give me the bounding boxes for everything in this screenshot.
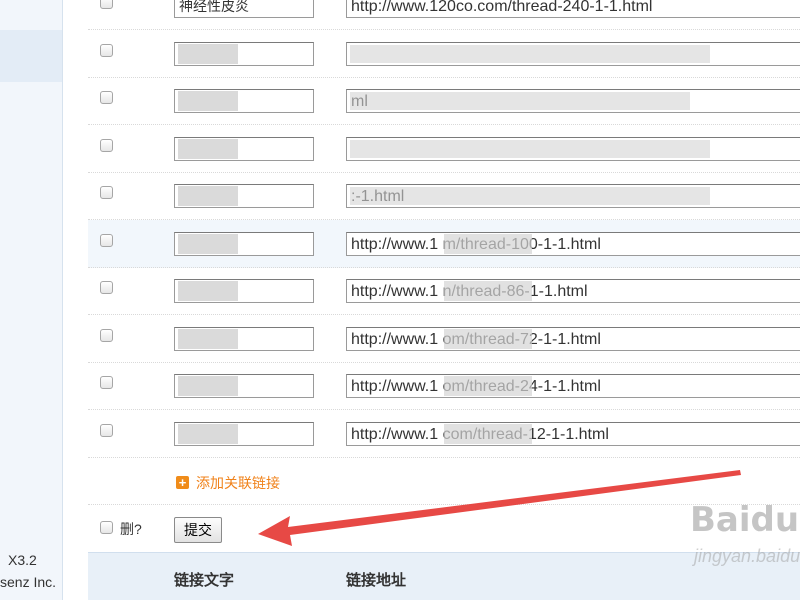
submit-button[interactable]: 提交 bbox=[174, 517, 222, 543]
redaction-block bbox=[178, 376, 238, 396]
redaction-block bbox=[178, 186, 238, 206]
delete-label: 删? bbox=[120, 521, 142, 537]
watermark-logo: Baidu bbox=[690, 500, 800, 540]
add-link-button[interactable]: 添加关联链接 bbox=[196, 473, 280, 493]
row-checkbox[interactable] bbox=[100, 186, 113, 199]
row-checkbox[interactable] bbox=[100, 376, 113, 389]
copyright-label: senz Inc. bbox=[0, 574, 57, 590]
link-url-input[interactable]: http://www.120co.com/thread-240-1-1.html bbox=[346, 0, 800, 18]
row-checkbox[interactable] bbox=[100, 0, 113, 9]
page: X3.2 senz Inc. 神经性皮炎 http://www.120co.com… bbox=[0, 0, 800, 600]
redaction-block bbox=[178, 281, 238, 301]
row-checkbox[interactable] bbox=[100, 423, 113, 437]
header-link-text: 链接文字 bbox=[174, 573, 235, 589]
table-row: 神经性皮炎 http://www.120co.com/thread-240-1-1… bbox=[88, 0, 800, 30]
redaction-block bbox=[178, 91, 238, 111]
redaction-block bbox=[350, 92, 690, 110]
table-row bbox=[88, 30, 800, 78]
table-row: :-1.html bbox=[88, 172, 800, 220]
link-url-input[interactable]: http://www.1 m/thread-100-1-1.html bbox=[346, 231, 800, 256]
add-link-row: + 添加关联链接 bbox=[88, 470, 800, 500]
redaction-block bbox=[444, 328, 532, 349]
header-link-url: 链接地址 bbox=[346, 573, 407, 589]
table-row: http://www.1 om/thread-24-1-1.html bbox=[88, 362, 800, 410]
sidebar: X3.2 senz Inc. bbox=[0, 0, 63, 600]
table-row: http://www.1 com/thread-12-1-1.html bbox=[88, 410, 800, 458]
table-row: http://www.1 m/thread-100-1-1.html bbox=[88, 219, 800, 268]
link-text-input[interactable]: 神经性皮炎 bbox=[174, 0, 314, 18]
redaction-block bbox=[178, 138, 238, 159]
redaction-block bbox=[178, 328, 238, 349]
row-checkbox[interactable] bbox=[100, 233, 113, 247]
table-row: http://www.1 om/thread-72-1-1.html bbox=[88, 315, 800, 363]
redaction-block bbox=[350, 44, 710, 63]
table-row bbox=[88, 125, 800, 173]
redaction-block bbox=[178, 423, 238, 444]
redaction-block bbox=[178, 43, 238, 64]
table-row: http://www.1 n/thread-86-1-1.html bbox=[88, 267, 800, 315]
sidebar-active-item[interactable] bbox=[0, 30, 62, 82]
link-url-input[interactable]: http://www.1 com/thread-12-1-1.html bbox=[346, 421, 800, 446]
redaction-block bbox=[350, 187, 710, 205]
row-checkbox[interactable] bbox=[100, 138, 113, 152]
redaction-block bbox=[444, 376, 532, 396]
redaction-block bbox=[444, 233, 532, 254]
link-url-input[interactable]: http://www.1 om/thread-24-1-1.html bbox=[346, 374, 800, 398]
redaction-block bbox=[178, 233, 238, 254]
row-checkbox[interactable] bbox=[100, 91, 113, 104]
link-url-input[interactable]: http://www.1 n/thread-86-1-1.html bbox=[346, 279, 800, 303]
version-label: X3.2 bbox=[8, 552, 37, 568]
row-checkbox[interactable] bbox=[100, 328, 113, 342]
link-url-input[interactable]: http://www.1 om/thread-72-1-1.html bbox=[346, 326, 800, 351]
table-row: ml bbox=[88, 77, 800, 125]
row-checkbox[interactable] bbox=[100, 281, 113, 294]
redaction-block bbox=[350, 139, 710, 158]
row-checkbox[interactable] bbox=[100, 43, 113, 57]
redaction-block bbox=[444, 281, 532, 301]
plus-icon[interactable]: + bbox=[176, 476, 189, 489]
redaction-block bbox=[444, 423, 532, 444]
delete-checkbox[interactable] bbox=[100, 521, 113, 534]
watermark-sub: jingyan.baidu bbox=[694, 546, 800, 566]
